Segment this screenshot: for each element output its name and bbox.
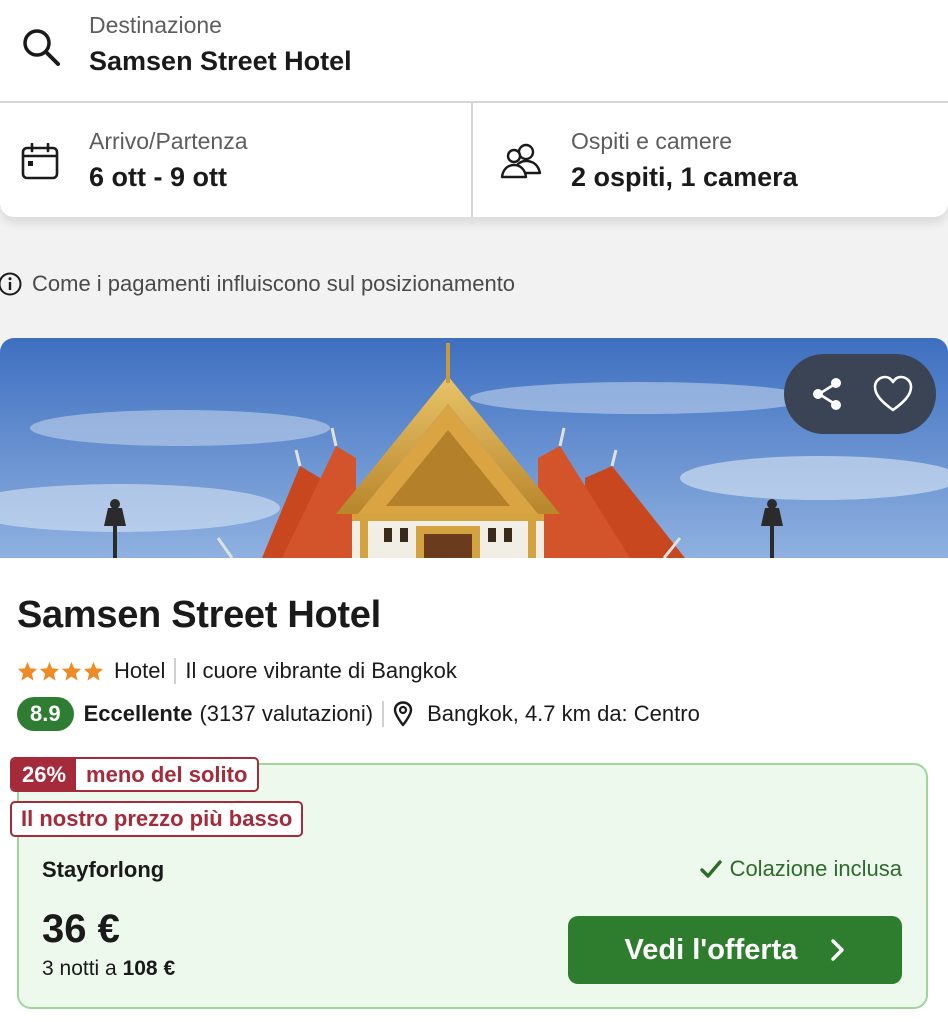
hotel-meta: Hotel Il cuore vibrante di Bangkok	[17, 656, 457, 686]
view-offer-button[interactable]: Vedi l'offerta	[568, 916, 902, 984]
destination-field[interactable]: Destinazione Samsen Street Hotel	[0, 0, 948, 103]
hotel-photo[interactable]	[0, 338, 948, 558]
rating-row: 8.9 Eccellente (3137 valutazioni) Bangko…	[17, 696, 700, 732]
search-icon	[23, 29, 60, 66]
chevron-right-icon	[831, 939, 845, 961]
heart-icon	[873, 375, 913, 412]
favorite-button[interactable]	[869, 370, 917, 418]
discount-badge: 26% meno del solito	[10, 757, 260, 792]
hotel-name[interactable]: Samsen Street Hotel	[17, 594, 381, 637]
guests-field[interactable]: Ospiti e camere 2 ospiti, 1 camera	[475, 103, 948, 217]
nights-prefix: 3 notti a	[42, 957, 117, 980]
star-icon	[61, 661, 82, 681]
score-badge: 8.9	[17, 697, 74, 731]
hotel-location[interactable]: Bangkok, 4.7 km da: Centro	[427, 701, 700, 727]
star-icon	[39, 661, 60, 681]
divider	[382, 701, 385, 727]
share-icon	[813, 378, 841, 410]
payments-note-text: Come i pagamenti influiscono sul posizio…	[32, 271, 516, 296]
nights-total: 108 €	[122, 957, 176, 980]
view-offer-label: Vedi l'offerta	[624, 933, 798, 966]
dates-field[interactable]: Arrivo/Partenza 6 ott - 9 ott	[0, 103, 473, 217]
hotel-tagline: Il cuore vibrante di Bangkok	[185, 658, 457, 683]
review-count[interactable]: (3137 valutazioni)	[199, 701, 373, 727]
nightly-price: 36 €	[42, 907, 120, 951]
breakfast-text: Colazione inclusa	[729, 856, 902, 881]
discount-text: meno del solito	[86, 761, 248, 787]
lowest-price-badge: Il nostro prezzo più basso	[10, 801, 304, 837]
check-icon	[699, 860, 722, 878]
guests-label: Ospiti e camere	[571, 128, 733, 154]
hotel-card[interactable]: Samsen Street Hotel Hotel Il cuore vibra…	[0, 338, 948, 1022]
hotel-type: Hotel	[114, 658, 166, 683]
discount-percent: 26%	[12, 759, 77, 790]
card-actions	[784, 354, 936, 434]
star-rating	[17, 661, 104, 681]
destination-label: Destinazione	[89, 12, 222, 38]
dates-label: Arrivo/Partenza	[89, 128, 248, 154]
divider	[174, 658, 177, 684]
search-panel: Destinazione Samsen Street Hotel Arrivo/…	[0, 0, 948, 217]
guests-value: 2 ospiti, 1 camera	[571, 162, 798, 192]
map-pin-icon	[393, 701, 413, 727]
breakfast-included: Colazione inclusa	[699, 856, 902, 882]
provider-name: Stayforlong	[42, 857, 165, 882]
info-icon	[0, 272, 22, 296]
destination-value: Samsen Street Hotel	[89, 46, 352, 76]
dates-value: 6 ott - 9 ott	[89, 162, 227, 192]
payments-ranking-link[interactable]: Come i pagamenti influiscono sul posizio…	[0, 268, 515, 300]
people-icon	[500, 143, 542, 179]
star-icon	[83, 661, 104, 681]
star-icon	[17, 661, 38, 681]
share-button[interactable]	[803, 370, 851, 418]
total-price: 3 notti a 108 €	[42, 957, 175, 981]
rating-word: Eccellente	[83, 701, 193, 726]
calendar-icon	[21, 143, 59, 180]
